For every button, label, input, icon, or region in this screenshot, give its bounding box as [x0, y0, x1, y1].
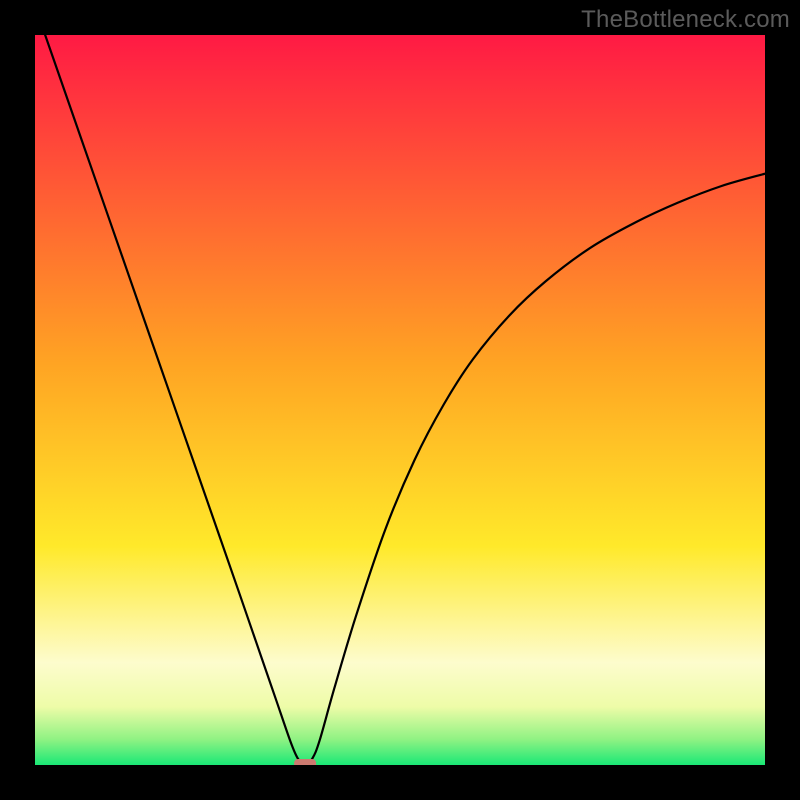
min-marker [294, 759, 316, 765]
gradient-background [35, 35, 765, 765]
plot-area [35, 35, 765, 765]
watermark-text: TheBottleneck.com [581, 6, 790, 34]
chart-svg [35, 35, 765, 765]
chart-frame: TheBottleneck.com [0, 0, 800, 800]
